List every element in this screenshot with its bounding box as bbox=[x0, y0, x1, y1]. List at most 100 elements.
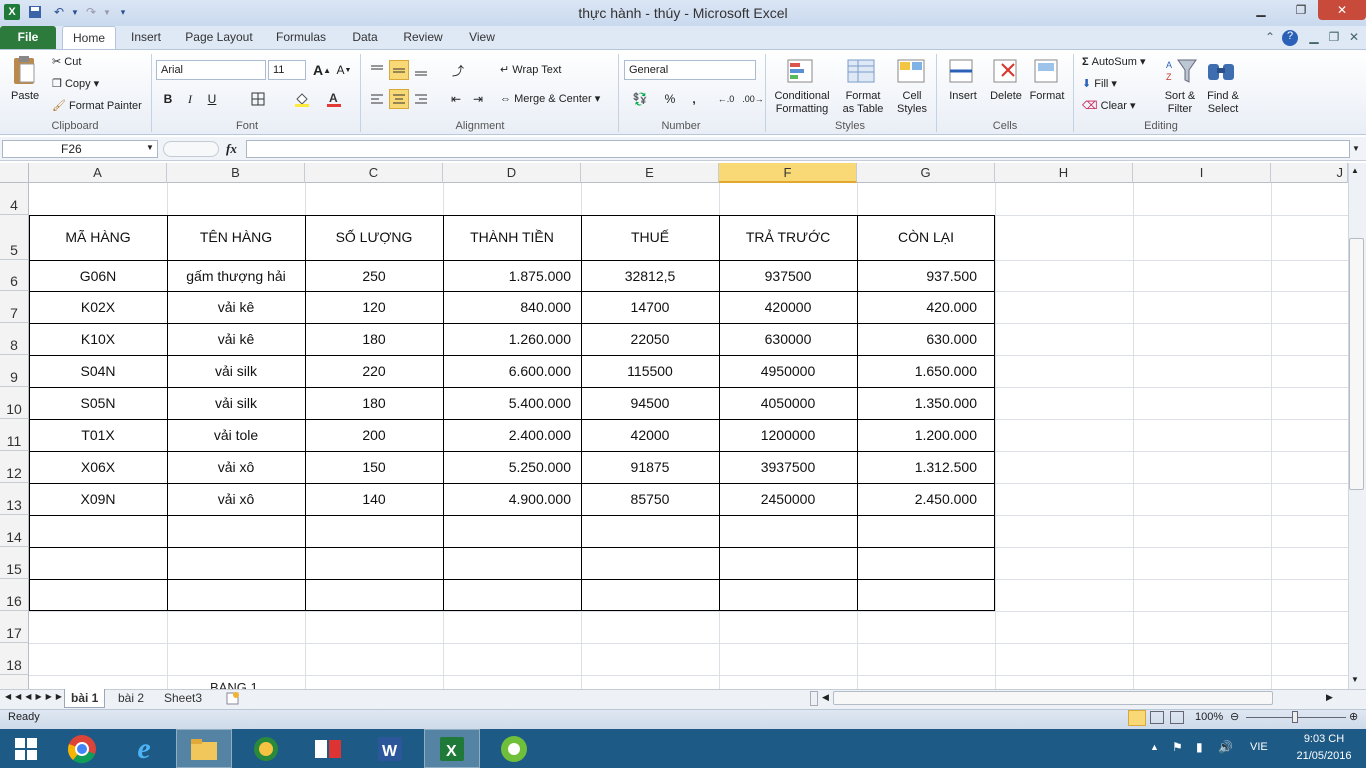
tab-formulas[interactable]: Formulas bbox=[270, 26, 332, 49]
insert-function-button[interactable]: fx bbox=[226, 141, 237, 157]
table-cell[interactable]: G06N bbox=[29, 260, 167, 292]
currency-icon[interactable]: 💱 bbox=[626, 89, 654, 109]
table-cell[interactable]: X09N bbox=[29, 483, 167, 515]
column-header-a[interactable]: A bbox=[29, 163, 167, 183]
row-header[interactable]: 10 bbox=[0, 387, 29, 419]
cell-styles-icon[interactable] bbox=[896, 56, 928, 86]
zoom-out-icon[interactable]: ⊖ bbox=[1230, 710, 1239, 723]
delete-cells-icon[interactable] bbox=[990, 56, 1022, 86]
format-cells-button[interactable]: Format bbox=[1028, 90, 1066, 102]
close-button[interactable]: ✕ bbox=[1318, 0, 1366, 20]
table-cell[interactable]: vải kê bbox=[167, 291, 305, 323]
table-cell[interactable]: 22050 bbox=[581, 323, 719, 355]
sort-filter-icon[interactable]: AZ bbox=[1166, 56, 1198, 86]
insert-sheet-icon[interactable] bbox=[224, 691, 242, 706]
table-cell[interactable]: 937500 bbox=[719, 260, 857, 292]
table-cell[interactable]: 1.200.000 bbox=[857, 419, 995, 451]
coccoc-taskbar-button[interactable] bbox=[486, 729, 542, 768]
italic-button[interactable]: I bbox=[180, 89, 200, 109]
scroll-right-icon[interactable]: ▶ bbox=[1326, 692, 1333, 703]
find-select-icon[interactable] bbox=[1206, 56, 1238, 86]
table-cell[interactable]: 630.000 bbox=[857, 323, 995, 355]
conditional-formatting-icon[interactable] bbox=[786, 56, 818, 86]
find-select-button[interactable]: Find & Select bbox=[1202, 90, 1244, 116]
chrome-taskbar-button[interactable] bbox=[54, 729, 110, 768]
table-header-cell[interactable]: TÊN HÀNG bbox=[167, 221, 305, 253]
column-header-b[interactable]: B bbox=[167, 163, 305, 183]
table-cell[interactable]: vải kê bbox=[167, 323, 305, 355]
row-header[interactable]: 11 bbox=[0, 419, 29, 451]
font-size-select[interactable]: 11 bbox=[268, 60, 306, 80]
ie-taskbar-button[interactable]: e bbox=[116, 729, 172, 768]
clock-date[interactable]: 21/05/2016 bbox=[1288, 750, 1360, 762]
table-cell[interactable]: 1.312.500 bbox=[857, 451, 995, 483]
insert-cells-icon[interactable] bbox=[946, 56, 978, 86]
font-name-select[interactable]: Arial bbox=[156, 60, 266, 80]
autosum-button[interactable]: Σ AutoSum ▾ bbox=[1082, 55, 1146, 68]
decrease-indent-icon[interactable]: ⇤ bbox=[446, 89, 466, 109]
table-cell[interactable]: S05N bbox=[29, 387, 167, 419]
zoom-slider-thumb[interactable] bbox=[1292, 711, 1298, 723]
fill-button[interactable]: ⬇ Fill ▾ bbox=[1082, 77, 1117, 90]
table-cell[interactable]: 5.400.000 bbox=[443, 387, 581, 419]
workbook-close-icon[interactable]: ✕ bbox=[1346, 30, 1362, 46]
paste-icon[interactable] bbox=[8, 54, 40, 88]
row-header[interactable]: 5 bbox=[0, 215, 29, 260]
row-header[interactable]: 18 bbox=[0, 643, 29, 675]
column-header-g[interactable]: G bbox=[857, 163, 995, 183]
align-left-icon[interactable] bbox=[367, 89, 387, 109]
formula-bar-splitter[interactable] bbox=[163, 141, 219, 157]
page-break-view-icon[interactable] bbox=[1170, 711, 1184, 724]
table-cell[interactable]: T01X bbox=[29, 419, 167, 451]
network-icon[interactable]: ⚑ bbox=[1172, 740, 1183, 754]
column-header-e[interactable]: E bbox=[581, 163, 719, 183]
workbook-minimize-icon[interactable]: ▁ bbox=[1306, 30, 1322, 46]
table-cell[interactable]: 420000 bbox=[719, 291, 857, 323]
cut-button[interactable]: ✂ Cut bbox=[52, 55, 81, 68]
table-cell[interactable]: 6.600.000 bbox=[443, 355, 581, 387]
table-cell[interactable]: K10X bbox=[29, 323, 167, 355]
row-header[interactable]: 15 bbox=[0, 547, 29, 579]
show-hidden-icons[interactable]: ▲ bbox=[1150, 742, 1159, 752]
column-header-i[interactable]: I bbox=[1133, 163, 1271, 183]
decrease-decimal-button[interactable]: .00→ bbox=[740, 89, 766, 109]
table-cell[interactable]: X06X bbox=[29, 451, 167, 483]
table-cell[interactable]: 840.000 bbox=[443, 291, 581, 323]
table-cell[interactable]: 14700 bbox=[581, 291, 719, 323]
table-cell[interactable]: 1.650.000 bbox=[857, 355, 995, 387]
table-cell[interactable]: 4.900.000 bbox=[443, 483, 581, 515]
paste-button[interactable]: Paste bbox=[11, 90, 39, 102]
column-header-f[interactable]: F bbox=[719, 163, 857, 183]
zoom-level[interactable]: 100% bbox=[1195, 711, 1223, 723]
comma-button[interactable]: , bbox=[684, 89, 704, 109]
column-header-j[interactable]: J bbox=[1271, 163, 1348, 183]
tab-data[interactable]: Data bbox=[344, 26, 386, 49]
table-cell[interactable]: 120 bbox=[305, 291, 443, 323]
borders-icon[interactable] bbox=[248, 89, 268, 109]
sheet-nav-icons[interactable]: ◀◀◀▶▶▶ bbox=[5, 692, 66, 701]
table-cell[interactable]: 1.875.000 bbox=[443, 260, 581, 292]
format-as-table-icon[interactable] bbox=[846, 56, 878, 86]
delete-cells-button[interactable]: Delete bbox=[988, 90, 1024, 102]
sheet-tab-bai-2[interactable]: bài 2 bbox=[112, 689, 150, 708]
copy-button[interactable]: ❐ Copy ▾ bbox=[52, 77, 99, 90]
table-cell[interactable]: 3937500 bbox=[719, 451, 857, 483]
workbook-restore-icon[interactable]: ❐ bbox=[1326, 30, 1342, 46]
table-cell[interactable]: 630000 bbox=[719, 323, 857, 355]
sheet-tab-sheet3[interactable]: Sheet3 bbox=[158, 689, 208, 708]
cell-styles-button[interactable]: Cell Styles bbox=[892, 90, 932, 116]
fill-color-icon[interactable] bbox=[292, 89, 312, 109]
table-header-cell[interactable]: TRẢ TRƯỚC bbox=[719, 221, 857, 253]
column-header-c[interactable]: C bbox=[305, 163, 443, 183]
start-button[interactable] bbox=[0, 729, 52, 768]
table-cell[interactable]: 250 bbox=[305, 260, 443, 292]
orientation-icon[interactable]: ⤴ bbox=[448, 60, 468, 80]
formula-input[interactable] bbox=[246, 140, 1350, 158]
tab-file[interactable]: File bbox=[0, 26, 56, 49]
select-all-button[interactable] bbox=[0, 163, 29, 183]
conditional-formatting-button[interactable]: Conditional Formatting bbox=[771, 90, 833, 116]
table-cell[interactable]: 180 bbox=[305, 323, 443, 355]
font-color-icon[interactable]: A bbox=[324, 89, 344, 109]
align-top-icon[interactable] bbox=[367, 60, 387, 80]
bold-button[interactable]: B bbox=[158, 89, 178, 109]
